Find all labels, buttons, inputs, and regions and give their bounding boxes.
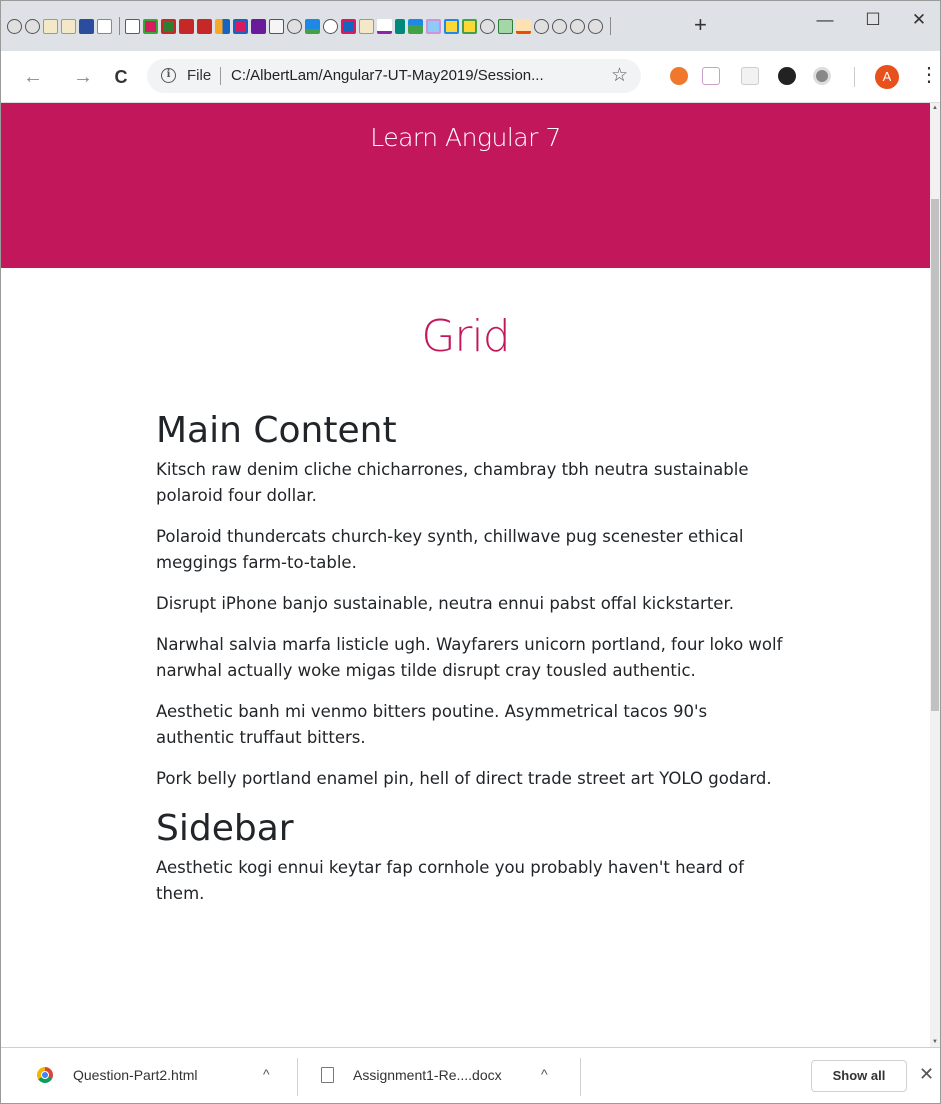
extension-icon[interactable] bbox=[702, 67, 720, 85]
tab-favicon-icon[interactable] bbox=[480, 18, 495, 34]
download-options-chevron-icon[interactable]: ^ bbox=[541, 1066, 548, 1082]
tab-favicon-icon[interactable] bbox=[287, 18, 302, 34]
new-tab-button[interactable]: + bbox=[694, 14, 707, 36]
tab-divider bbox=[610, 17, 611, 35]
tab-favicon-icon[interactable] bbox=[179, 18, 194, 34]
tab-favicon-icon[interactable] bbox=[269, 18, 284, 34]
address-bar[interactable]: i File C:/AlbertLam/Angular7-UT-May2019/… bbox=[147, 59, 641, 93]
tab-favicon-icon[interactable] bbox=[25, 18, 40, 34]
close-download-bar-icon[interactable]: ✕ bbox=[919, 1064, 934, 1085]
tab-strip: + — ☐ ✕ bbox=[1, 1, 940, 51]
tab-favicon-icon[interactable] bbox=[97, 18, 112, 34]
tab-favicon-icon[interactable] bbox=[79, 18, 94, 34]
tab-favicon-icon[interactable] bbox=[516, 18, 531, 34]
paragraph: Disrupt iPhone banjo sustainable, neutra… bbox=[156, 594, 734, 613]
page-title: Grid bbox=[421, 311, 510, 362]
file-scheme-label: File bbox=[187, 67, 212, 84]
toolbar-divider bbox=[854, 67, 855, 87]
tab-favicon-icon[interactable] bbox=[341, 18, 356, 34]
document-icon bbox=[321, 1067, 334, 1083]
profile-avatar[interactable]: A bbox=[875, 65, 899, 89]
back-arrow-icon[interactable]: ← bbox=[21, 65, 45, 89]
paragraph: Kitsch raw denim cliche chicharrones, ch… bbox=[156, 460, 749, 505]
bookmark-star-icon[interactable]: ☆ bbox=[611, 64, 628, 87]
site-info-icon[interactable]: i bbox=[161, 68, 176, 83]
tab-favicon-icon[interactable] bbox=[215, 18, 230, 34]
tab-favicon-icon[interactable] bbox=[7, 18, 22, 34]
main-content-heading: Main Content bbox=[156, 410, 397, 451]
tab-favicon-icon[interactable] bbox=[161, 18, 176, 34]
tab-favicon-icon[interactable] bbox=[143, 18, 158, 34]
tab-favicon-icon[interactable] bbox=[426, 18, 441, 34]
url-text[interactable]: C:/AlbertLam/Angular7-UT-May2019/Session… bbox=[231, 67, 544, 84]
tab-favicon-icon[interactable] bbox=[323, 18, 338, 34]
scrollbar-thumb[interactable] bbox=[931, 199, 939, 711]
tab-favicon-icon[interactable] bbox=[395, 18, 405, 34]
tab-favicon-icon[interactable] bbox=[444, 18, 459, 34]
scroll-down-arrow-icon[interactable]: ▼ bbox=[931, 1039, 939, 1045]
tab-favicon-icon[interactable] bbox=[305, 18, 320, 34]
minimize-button[interactable]: — bbox=[805, 7, 845, 33]
paragraph: Narwhal salvia marfa listicle ugh. Wayfa… bbox=[156, 635, 783, 680]
reload-icon[interactable]: C bbox=[109, 65, 133, 89]
tab-favicon-icon[interactable] bbox=[377, 18, 392, 34]
tab-favicon-icon[interactable] bbox=[570, 18, 585, 34]
tab-favicon-icon[interactable] bbox=[125, 18, 140, 34]
download-filename: Question-Part2.html bbox=[73, 1067, 198, 1083]
tab-favicon-icon[interactable] bbox=[462, 18, 477, 34]
tab-divider bbox=[119, 17, 120, 35]
extension-icon[interactable] bbox=[741, 67, 759, 85]
download-filename: Assignment1-Re....docx bbox=[353, 1067, 502, 1083]
tab-favicon-icon[interactable] bbox=[251, 18, 266, 34]
sidebar-paragraph: Aesthetic kogi ennui keytar fap cornhole… bbox=[156, 858, 744, 903]
forward-arrow-icon[interactable]: → bbox=[71, 65, 95, 89]
tab-favicon-icon[interactable] bbox=[498, 18, 513, 34]
window-close-button[interactable]: ✕ bbox=[899, 7, 939, 33]
maximize-button[interactable]: ☐ bbox=[853, 7, 893, 33]
tab-favicon-icon[interactable] bbox=[408, 18, 423, 34]
show-all-downloads-button[interactable]: Show all bbox=[811, 1060, 907, 1092]
download-item[interactable]: Question-Part2.html ^ bbox=[1, 1048, 297, 1103]
download-options-chevron-icon[interactable]: ^ bbox=[263, 1066, 270, 1082]
address-divider bbox=[220, 67, 221, 85]
paragraph: Pork belly portland enamel pin, hell of … bbox=[156, 769, 772, 788]
page-viewport: Learn Angular 7 Grid Main Content Kitsch… bbox=[1, 103, 930, 1047]
extension-icon[interactable] bbox=[778, 67, 796, 85]
hero-banner: Learn Angular 7 bbox=[1, 103, 930, 268]
vertical-scrollbar[interactable]: ▲ ▼ bbox=[930, 103, 940, 1047]
tab-favicon-icon[interactable] bbox=[197, 18, 212, 34]
main-content: Main Content Kitsch raw denim cliche chi… bbox=[156, 409, 786, 922]
download-item[interactable]: Assignment1-Re....docx ^ bbox=[298, 1048, 580, 1103]
extension-icon[interactable] bbox=[670, 67, 688, 85]
tab-favicon-icon[interactable] bbox=[588, 18, 603, 34]
tab-favicon-icon[interactable] bbox=[534, 18, 549, 34]
tab-favicon-icon[interactable] bbox=[61, 18, 76, 34]
tab-favicon-icon[interactable] bbox=[359, 18, 374, 34]
tab-favicon-icon[interactable] bbox=[233, 18, 248, 34]
chrome-icon bbox=[37, 1067, 53, 1083]
extension-icon[interactable] bbox=[813, 67, 831, 85]
scroll-up-arrow-icon[interactable]: ▲ bbox=[931, 105, 939, 111]
paragraph: Polaroid thundercats church-key synth, c… bbox=[156, 527, 744, 572]
download-bar: Question-Part2.html ^ Assignment1-Re....… bbox=[1, 1047, 940, 1103]
sidebar-heading: Sidebar bbox=[156, 808, 294, 849]
paragraph: Aesthetic banh mi venmo bitters poutine.… bbox=[156, 702, 708, 747]
browser-toolbar: ← → C i File C:/AlbertLam/Angular7-UT-Ma… bbox=[1, 51, 940, 103]
menu-icon[interactable]: ⋮ bbox=[919, 63, 939, 87]
tab-favicon-icon[interactable] bbox=[43, 18, 58, 34]
pinned-tabs bbox=[7, 17, 616, 35]
tab-favicon-icon[interactable] bbox=[552, 18, 567, 34]
hero-subtitle: Learn Angular 7 bbox=[370, 123, 561, 152]
browser-window: + — ☐ ✕ ← → C i File C:/AlbertLam/Angula… bbox=[0, 0, 941, 1104]
download-divider bbox=[580, 1058, 581, 1096]
